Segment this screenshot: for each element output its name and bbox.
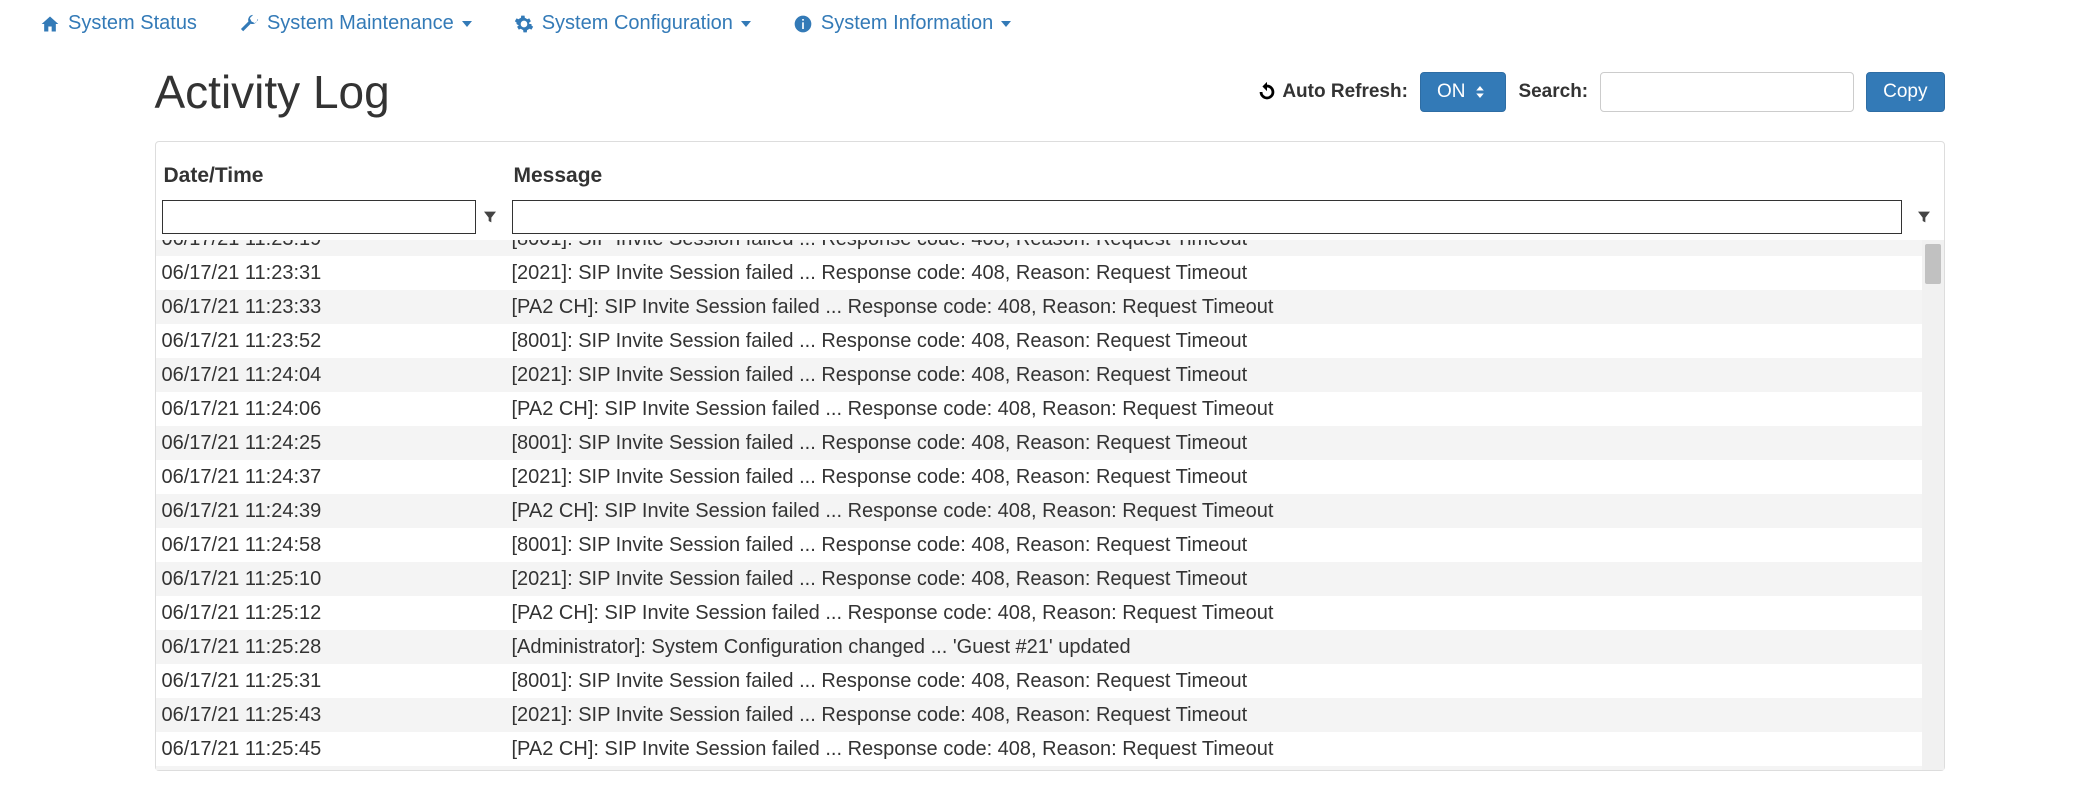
- cell-message: [PA2 CH]: SIP Invite Session failed ... …: [512, 734, 1938, 764]
- search-input[interactable]: [1600, 72, 1854, 112]
- page-title: Activity Log: [155, 65, 390, 119]
- nav-system-status[interactable]: System Status: [40, 12, 197, 35]
- cell-message: [8001]: SIP Invite Session failed ... Re…: [512, 326, 1938, 356]
- activity-log-panel: Date/Time Message 06/17/21 11:23:19[8001…: [155, 141, 1945, 771]
- cell-date: 06/17/21 11:25:31: [162, 666, 512, 696]
- chevron-down-icon: [1001, 21, 1011, 27]
- info-icon: [793, 14, 813, 34]
- cell-date: 06/17/21 11:25:28: [162, 632, 512, 662]
- filter-message-input[interactable]: [512, 200, 1902, 234]
- top-nav: System Status System Maintenance System …: [0, 0, 2099, 47]
- cell-message: [Administrator]: System Configuration ch…: [512, 632, 1938, 662]
- nav-system-maintenance[interactable]: System Maintenance: [239, 12, 472, 35]
- cell-date: 06/17/21 11:25:12: [162, 598, 512, 628]
- cell-message: [PA2 CH]: SIP Invite Session failed ... …: [512, 496, 1938, 526]
- cell-date: 06/17/21 11:23:33: [162, 292, 512, 322]
- copy-button[interactable]: Copy: [1866, 72, 1944, 112]
- cell-date: 06/17/21 11:25:45: [162, 734, 512, 764]
- cell-message: [8001]: SIP Invite Session failed ... Re…: [512, 428, 1938, 458]
- table-row[interactable]: 06/17/21 11:23:33[PA2 CH]: SIP Invite Se…: [156, 290, 1944, 324]
- vertical-scrollbar[interactable]: [1922, 240, 1944, 770]
- wrench-icon: [239, 14, 259, 34]
- nav-label: System Maintenance: [267, 12, 454, 35]
- copy-button-label: Copy: [1883, 81, 1927, 103]
- cell-date: 06/17/21 11:25:10: [162, 564, 512, 594]
- cell-message: [8001]: SIP Invite Session failed ... Re…: [512, 666, 1938, 696]
- table-row[interactable]: 06/17/21 11:23:52[8001]: SIP Invite Sess…: [156, 324, 1944, 358]
- table-row[interactable]: 06/17/21 11:26:04[8001]: SIP Invite Sess…: [156, 766, 1944, 770]
- cell-message: [PA2 CH]: SIP Invite Session failed ... …: [512, 394, 1938, 424]
- refresh-icon: [1256, 81, 1278, 103]
- cell-date: 06/17/21 11:24:04: [162, 360, 512, 390]
- table-row[interactable]: 06/17/21 11:23:31[2021]: SIP Invite Sess…: [156, 256, 1944, 290]
- cell-message: [PA2 CH]: SIP Invite Session failed ... …: [512, 598, 1938, 628]
- column-header-date[interactable]: Date/Time: [162, 164, 512, 188]
- table-row[interactable]: 06/17/21 11:24:37[2021]: SIP Invite Sess…: [156, 460, 1944, 494]
- cell-message: [2021]: SIP Invite Session failed ... Re…: [512, 360, 1938, 390]
- cell-date: 06/17/21 11:26:04: [162, 768, 512, 770]
- gear-icon: [514, 14, 534, 34]
- table-row[interactable]: 06/17/21 11:25:45[PA2 CH]: SIP Invite Se…: [156, 732, 1944, 766]
- search-label: Search:: [1518, 81, 1588, 103]
- table-row[interactable]: 06/17/21 11:25:31[8001]: SIP Invite Sess…: [156, 664, 1944, 698]
- cell-message: [2021]: SIP Invite Session failed ... Re…: [512, 258, 1938, 288]
- cell-date: 06/17/21 11:24:25: [162, 428, 512, 458]
- nav-system-configuration[interactable]: System Configuration: [514, 12, 751, 35]
- filter-icon[interactable]: [1910, 209, 1938, 225]
- cell-message: [2021]: SIP Invite Session failed ... Re…: [512, 462, 1938, 492]
- table-row[interactable]: 06/17/21 11:24:25[8001]: SIP Invite Sess…: [156, 426, 1944, 460]
- nav-system-information[interactable]: System Information: [793, 12, 1011, 35]
- page-controls: Auto Refresh: ON Search: Copy: [1256, 72, 1944, 112]
- cell-date: 06/17/21 11:24:58: [162, 530, 512, 560]
- sort-arrows-icon: [1471, 83, 1489, 101]
- chevron-down-icon: [741, 21, 751, 27]
- cell-message: [PA2 CH]: SIP Invite Session failed ... …: [512, 292, 1938, 322]
- cell-date: 06/17/21 11:23:19: [162, 240, 512, 254]
- table-row[interactable]: 06/17/21 11:23:19[8001]: SIP Invite Sess…: [156, 240, 1944, 256]
- cell-date: 06/17/21 11:24:06: [162, 394, 512, 424]
- table-row[interactable]: 06/17/21 11:25:10[2021]: SIP Invite Sess…: [156, 562, 1944, 596]
- table-row[interactable]: 06/17/21 11:24:04[2021]: SIP Invite Sess…: [156, 358, 1944, 392]
- cell-date: 06/17/21 11:24:39: [162, 496, 512, 526]
- cell-message: [2021]: SIP Invite Session failed ... Re…: [512, 564, 1938, 594]
- table-row[interactable]: 06/17/21 11:25:43[2021]: SIP Invite Sess…: [156, 698, 1944, 732]
- auto-refresh-state: ON: [1437, 81, 1466, 103]
- cell-date: 06/17/21 11:25:43: [162, 700, 512, 730]
- cell-date: 06/17/21 11:23:31: [162, 258, 512, 288]
- table-row[interactable]: 06/17/21 11:24:58[8001]: SIP Invite Sess…: [156, 528, 1944, 562]
- filter-icon[interactable]: [476, 209, 504, 225]
- chevron-down-icon: [462, 21, 472, 27]
- column-header-message[interactable]: Message: [512, 164, 1938, 188]
- scroll-thumb[interactable]: [1925, 244, 1941, 284]
- cell-date: 06/17/21 11:24:37: [162, 462, 512, 492]
- nav-label: System Configuration: [542, 12, 733, 35]
- cell-message: [2021]: SIP Invite Session failed ... Re…: [512, 700, 1938, 730]
- table-row[interactable]: 06/17/21 11:24:39[PA2 CH]: SIP Invite Se…: [156, 494, 1944, 528]
- table-row[interactable]: 06/17/21 11:25:28[Administrator]: System…: [156, 630, 1944, 664]
- cell-message: [8001]: SIP Invite Session failed ... Re…: [512, 240, 1938, 254]
- nav-label: System Status: [68, 12, 197, 35]
- cell-date: 06/17/21 11:23:52: [162, 326, 512, 356]
- table-row[interactable]: 06/17/21 11:24:06[PA2 CH]: SIP Invite Se…: [156, 392, 1944, 426]
- home-icon: [40, 14, 60, 34]
- table-row[interactable]: 06/17/21 11:25:12[PA2 CH]: SIP Invite Se…: [156, 596, 1944, 630]
- filter-date-input[interactable]: [162, 200, 476, 234]
- cell-message: [8001]: SIP Invite Session failed ... Re…: [512, 768, 1938, 770]
- auto-refresh-label: Auto Refresh:: [1282, 81, 1408, 103]
- cell-message: [8001]: SIP Invite Session failed ... Re…: [512, 530, 1938, 560]
- nav-label: System Information: [821, 12, 993, 35]
- auto-refresh-toggle[interactable]: ON: [1420, 72, 1507, 112]
